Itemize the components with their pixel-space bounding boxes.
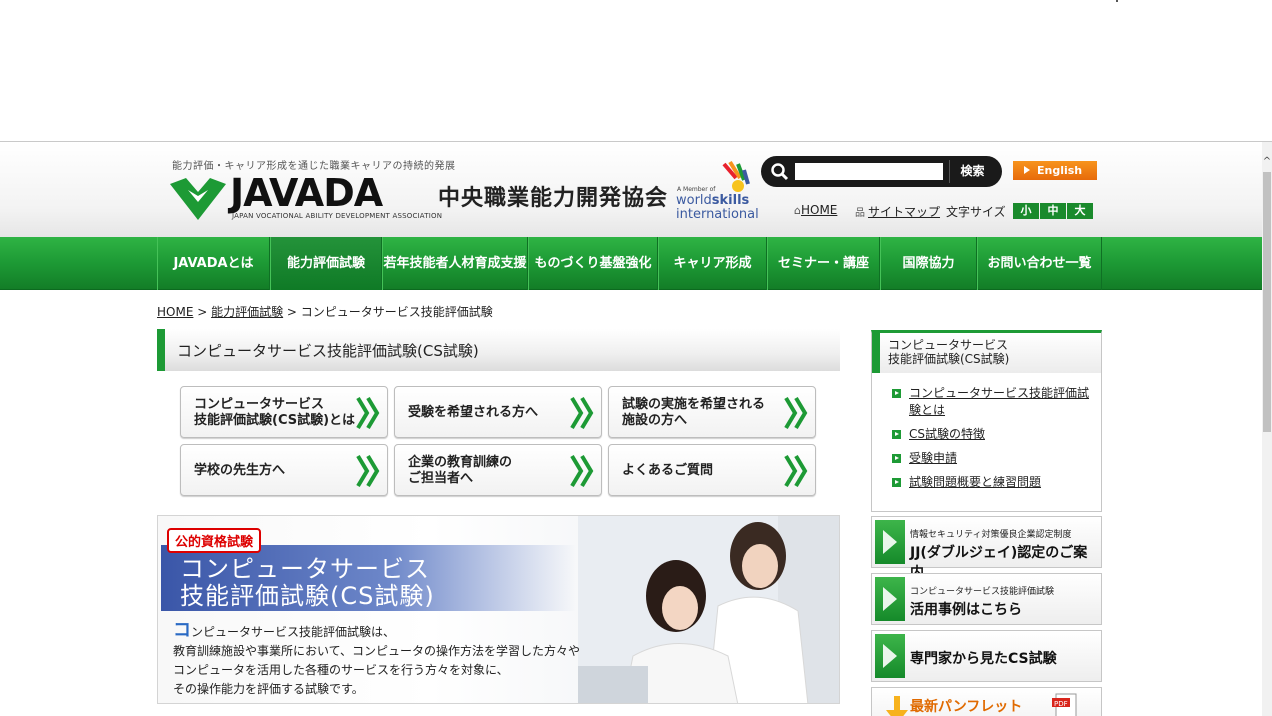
faq-button[interactable]: よくあるご質問	[608, 444, 816, 496]
worldskills-international-text: international	[676, 207, 759, 222]
english-label: English	[1037, 164, 1083, 177]
breadcrumb-home[interactable]: HOME	[157, 305, 193, 319]
about-cs-exam-button[interactable]: コンピュータサービス 技能評価試験(CS試験)とは	[180, 386, 388, 438]
scrollbar-thumb[interactable]	[1263, 172, 1271, 432]
case-studies-banner[interactable]: コンピュータサービス技能評価試験 活用事例はこちら	[871, 573, 1102, 625]
cs-exam-banner[interactable]: 公的資格試験 コンピュータサービス 技能評価試験(CS試験) コンピュータサービ…	[157, 515, 840, 704]
download-arrow-icon	[886, 696, 908, 716]
home-link[interactable]: ⌂HOME	[794, 203, 837, 217]
women-at-computer-photo	[578, 516, 839, 703]
search-button[interactable]: 検索	[949, 160, 995, 183]
button-label: 試験の実施を希望される 施設の方へ	[622, 397, 766, 428]
exam-facility-button[interactable]: 試験の実施を希望される 施設の方へ	[608, 386, 816, 438]
worldskills-member-text: A Member of	[677, 186, 716, 193]
scroll-up-arrow-icon[interactable]: ^	[1262, 156, 1272, 168]
nav-item-seminar[interactable]: セミナー・講座	[767, 237, 880, 290]
english-button[interactable]: English	[1013, 161, 1097, 180]
font-size-small-button[interactable]: 小	[1013, 203, 1039, 219]
play-arrow-icon	[1024, 166, 1030, 174]
site-tagline: 能力評価・キャリア形成を通じた職業キャリアの持続的発展	[172, 161, 456, 172]
double-chevron-icon	[784, 396, 808, 430]
bullet-arrow-icon	[892, 430, 901, 439]
worldskills-logo[interactable]: A Member of worldskills international	[676, 160, 759, 224]
browser-marker	[1116, 0, 1118, 2]
button-label: 学校の先生方へ	[194, 463, 286, 478]
search-icon	[771, 163, 789, 181]
svg-text:PDF: PDF	[1054, 700, 1068, 708]
button-label: 受験を希望される方へ	[408, 405, 539, 420]
bullet-arrow-icon	[892, 454, 901, 463]
page-title: コンピュータサービス技能評価試験(CS試験)	[157, 329, 840, 371]
double-chevron-icon	[784, 454, 808, 488]
double-chevron-icon	[356, 454, 380, 488]
breadcrumb: HOME > 能力評価試験 > コンピュータサービス技能評価試験	[157, 305, 493, 319]
home-icon: ⌂	[794, 204, 801, 217]
search-input[interactable]	[795, 163, 943, 180]
worldskills-text: worldskills	[676, 193, 750, 208]
breadcrumb-evaluation-exam[interactable]: 能力評価試験	[211, 305, 283, 319]
sidebar-link-application[interactable]: 受験申請	[892, 450, 1092, 467]
sitemap-icon: 品	[855, 208, 865, 219]
teachers-button[interactable]: 学校の先生方へ	[180, 444, 388, 496]
sidebar-heading: コンピュータサービス 技能評価試験(CS試験)	[872, 333, 1101, 373]
search-box: 検索	[761, 156, 1002, 187]
nav-item-monozukuri[interactable]: ものづくり基盤強化	[528, 237, 658, 290]
site-logo[interactable]: JAVADA 中央職業能力開発協会 JAPAN VOCATIONAL ABILI…	[168, 171, 673, 224]
section-buttons: コンピュータサービス 技能評価試験(CS試験)とは 受験を希望される方へ 試験の実…	[180, 386, 817, 496]
nav-item-career[interactable]: キャリア形成	[658, 237, 767, 290]
breadcrumb-current: コンピュータサービス技能評価試験	[300, 305, 493, 319]
sidebar-menu: コンピュータサービス 技能評価試験(CS試験) コンピュータサービス技能評価試験…	[871, 330, 1102, 512]
sitemap-link[interactable]: 品サイトマップ	[855, 203, 940, 220]
bullet-arrow-icon	[892, 478, 901, 487]
logo-wordmark: JAVADA	[230, 171, 383, 215]
sidebar-link-features[interactable]: CS試験の特徴	[892, 426, 1092, 443]
page-viewport: 能力評価・キャリア形成を通じた職業キャリアの持続的発展 JAVADA 中央職業能…	[0, 141, 1272, 716]
expert-view-banner[interactable]: 専門家から見たCS試験	[871, 630, 1102, 682]
main-nav: JAVADAとは 能力評価試験 若年技能者人材育成支援 ものづくり基盤強化 キャ…	[0, 237, 1262, 290]
nav-item-international[interactable]: 国際協力	[880, 237, 977, 290]
banner-description: コンピュータサービス技能評価試験は、 教育訓練施設や事業所において、コンピュータ…	[173, 620, 581, 696]
font-size-medium-button[interactable]: 中	[1040, 203, 1066, 219]
header: 能力評価・キャリア形成を通じた職業キャリアの持続的発展 JAVADA 中央職業能…	[0, 142, 1262, 237]
double-chevron-icon	[570, 396, 594, 430]
green-arrow-icon	[875, 520, 905, 564]
font-size-large-button[interactable]: 大	[1067, 203, 1093, 219]
green-arrow-icon	[875, 634, 905, 678]
pdf-icon: PDF	[1052, 693, 1077, 716]
logo-japanese-name: 中央職業能力開発協会	[438, 186, 669, 211]
button-label: よくあるご質問	[622, 463, 714, 478]
double-chevron-icon	[570, 454, 594, 488]
font-size-label: 文字サイズ	[946, 205, 1006, 219]
bullet-arrow-icon	[892, 389, 901, 398]
sidebar-link-practice-questions[interactable]: 試験問題概要と練習問題	[892, 474, 1092, 491]
double-chevron-icon	[356, 396, 380, 430]
sidebar-link-about[interactable]: コンピュータサービス技能評価試 験とは	[892, 385, 1092, 419]
logo-english-name: JAPAN VOCATIONAL ABILITY DEVELOPMENT ASS…	[232, 212, 443, 220]
button-label: 企業の教育訓練の ご担当者へ	[408, 455, 513, 486]
button-label: コンピュータサービス 技能評価試験(CS試験)とは	[194, 397, 356, 428]
green-arrow-icon	[875, 577, 905, 621]
nav-item-javada[interactable]: JAVADAとは	[157, 237, 270, 290]
banner-title-line2: 技能評価試験(CS試験)	[180, 582, 435, 610]
nav-item-contact[interactable]: お問い合わせ一覧	[977, 237, 1102, 290]
pamphlet-banner[interactable]: 最新パンフレット PDF	[871, 687, 1102, 716]
worldskills-mark-icon	[722, 160, 750, 192]
jj-certification-banner[interactable]: 情報セキュリティ対策優良企業認定制度 JJ(ダブルジェイ)認定のご案内	[871, 516, 1102, 581]
nav-item-evaluation-exam[interactable]: 能力評価試験	[270, 237, 382, 290]
nav-item-youth-support[interactable]: 若年技能者人材育成支援	[382, 237, 528, 290]
corporate-training-button[interactable]: 企業の教育訓練の ご担当者へ	[394, 444, 602, 496]
examinee-button[interactable]: 受験を希望される方へ	[394, 386, 602, 438]
logo-heart-icon	[170, 178, 226, 220]
